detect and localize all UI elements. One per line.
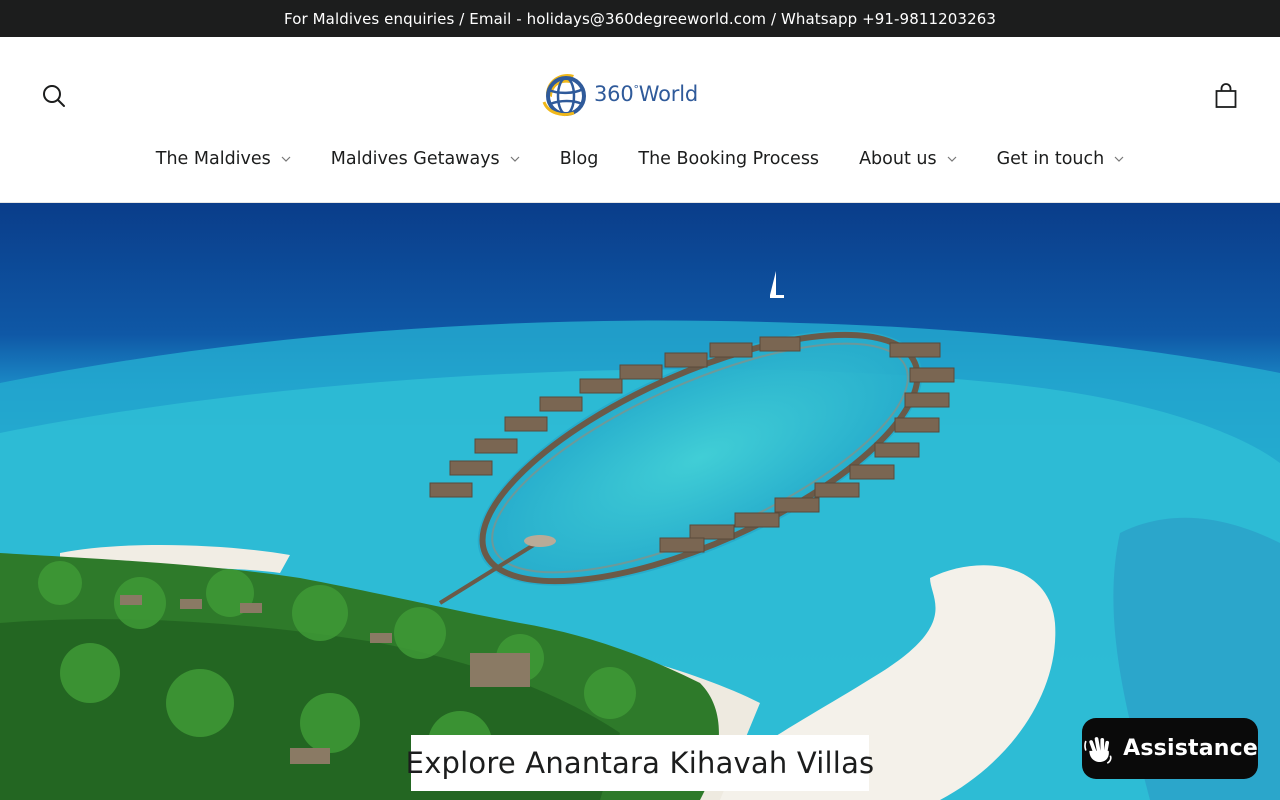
waving-hand-icon bbox=[1084, 736, 1112, 764]
chevron-down-icon bbox=[947, 156, 957, 162]
logo-text: 360°World bbox=[594, 82, 698, 106]
logo-number: 360 bbox=[594, 82, 634, 106]
chevron-down-icon bbox=[281, 156, 291, 162]
hero-caption-text: Explore Anantara Kihavah Villas bbox=[405, 746, 875, 780]
nav-item-blog[interactable]: Blog bbox=[560, 149, 599, 169]
nav-item-label: About us bbox=[859, 149, 937, 169]
announcement-bar: For Maldives enquiries / Email - holiday… bbox=[0, 0, 1280, 37]
nav-item-maldives-getaways[interactable]: Maldives Getaways bbox=[331, 149, 520, 169]
bag-icon bbox=[1215, 83, 1237, 108]
assistance-button[interactable]: Assistance bbox=[1082, 718, 1258, 779]
hero-caption[interactable]: Explore Anantara Kihavah Villas bbox=[406, 735, 874, 791]
nav-item-get-in-touch[interactable]: Get in touch bbox=[997, 149, 1125, 169]
cart-button[interactable] bbox=[1213, 83, 1239, 109]
chevron-down-icon bbox=[510, 156, 520, 162]
assistance-label: Assistance bbox=[1123, 736, 1258, 761]
nav-item-label: Maldives Getaways bbox=[330, 149, 500, 169]
nav-item-label: The Maldives bbox=[155, 149, 271, 169]
nav-item-booking-process[interactable]: The Booking Process bbox=[638, 149, 819, 169]
chevron-down-icon bbox=[1114, 156, 1124, 162]
site-logo[interactable]: 360°World bbox=[540, 69, 740, 119]
search-button[interactable] bbox=[41, 83, 67, 109]
announcement-text: For Maldives enquiries / Email - holiday… bbox=[284, 9, 996, 28]
hero-image bbox=[0, 203, 1280, 800]
logo-suffix: World bbox=[638, 82, 698, 106]
main-navigation: The Maldives Maldives Getaways Blog The … bbox=[0, 144, 1280, 174]
nav-item-label: The Booking Process bbox=[638, 149, 820, 169]
site-header: 360°World The Maldives Maldives Getaways… bbox=[0, 37, 1280, 203]
nav-item-label: Get in touch bbox=[996, 149, 1105, 169]
search-icon bbox=[43, 85, 65, 107]
globe-logo-icon bbox=[542, 73, 586, 117]
nav-item-about-us[interactable]: About us bbox=[859, 149, 957, 169]
hero-aerial-illustration bbox=[0, 203, 1280, 800]
nav-item-label: Blog bbox=[559, 149, 599, 169]
nav-item-the-maldives[interactable]: The Maldives bbox=[156, 149, 291, 169]
